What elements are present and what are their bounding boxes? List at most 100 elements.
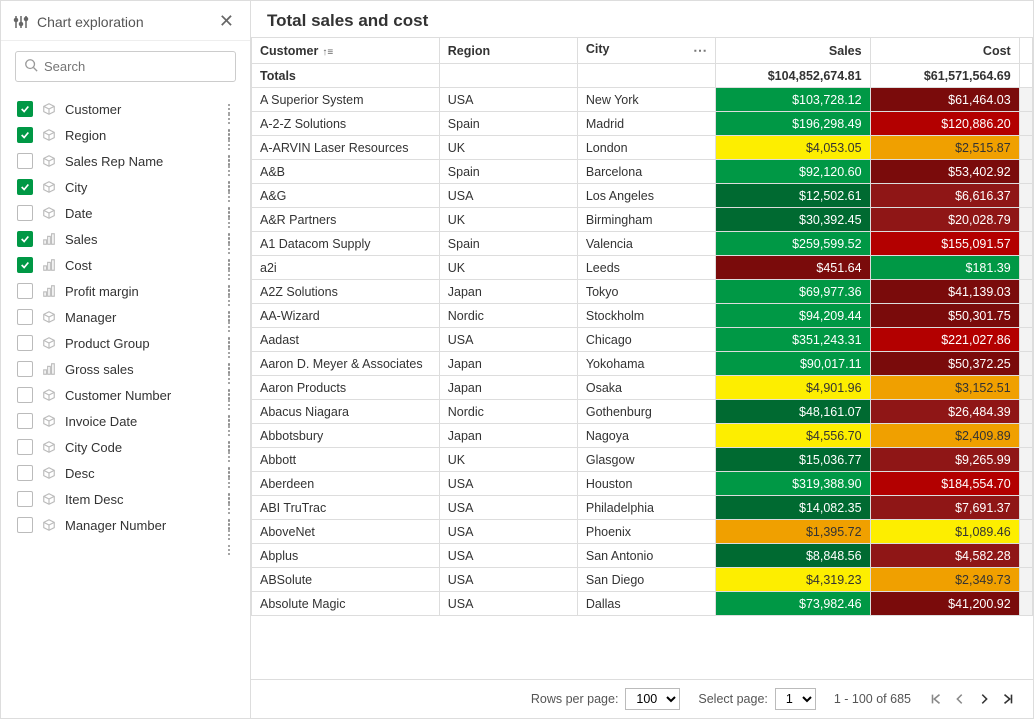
table-row[interactable]: ABSoluteUSASan Diego$4,319.23$2,349.73 <box>252 568 1033 592</box>
checkbox[interactable] <box>17 231 33 247</box>
checkbox[interactable] <box>17 101 33 117</box>
close-icon[interactable]: ✕ <box>215 11 238 32</box>
field-city-code[interactable]: City Code <box>1 434 250 460</box>
drag-handle-icon[interactable] <box>228 286 238 296</box>
checkbox[interactable] <box>17 439 33 455</box>
table-row[interactable]: A1 Datacom SupplySpainValencia$259,599.5… <box>252 232 1033 256</box>
drag-handle-icon[interactable] <box>228 468 238 478</box>
table-row[interactable]: AadastUSAChicago$351,243.31$221,027.86 <box>252 328 1033 352</box>
field-label: Region <box>65 128 220 143</box>
table-row[interactable]: AA-WizardNordicStockholm$94,209.44$50,30… <box>252 304 1033 328</box>
table-row[interactable]: A&BSpainBarcelona$92,120.60$53,402.92 <box>252 160 1033 184</box>
field-desc[interactable]: Desc <box>1 460 250 486</box>
checkbox[interactable] <box>17 257 33 273</box>
field-region[interactable]: Region <box>1 122 250 148</box>
search-input-wrap[interactable] <box>15 51 236 82</box>
checkbox[interactable] <box>17 153 33 169</box>
page-select[interactable]: 1 <box>775 688 816 710</box>
checkbox[interactable] <box>17 361 33 377</box>
table-row[interactable]: A Superior SystemUSANew York$103,728.12$… <box>252 88 1033 112</box>
field-product-group[interactable]: Product Group <box>1 330 250 356</box>
table-row[interactable]: a2iUKLeeds$451.64$181.39 <box>252 256 1033 280</box>
cell-cost: $20,028.79 <box>870 208 1019 232</box>
prev-page-button[interactable] <box>953 692 967 706</box>
column-menu-icon[interactable]: ⋯ <box>693 42 707 59</box>
col-sales[interactable]: Sales <box>715 38 870 64</box>
table-row[interactable]: Aaron D. Meyer & AssociatesJapanYokohama… <box>252 352 1033 376</box>
table-row[interactable]: A-ARVIN Laser ResourcesUKLondon$4,053.05… <box>252 136 1033 160</box>
field-manager[interactable]: Manager <box>1 304 250 330</box>
cell-city: San Antonio <box>577 544 715 568</box>
field-label: City <box>65 180 220 195</box>
checkbox[interactable] <box>17 491 33 507</box>
checkbox[interactable] <box>17 179 33 195</box>
col-city[interactable]: City⋯ <box>577 38 715 64</box>
cell-city: Chicago <box>577 328 715 352</box>
drag-handle-icon[interactable] <box>228 234 238 244</box>
field-customer-number[interactable]: Customer Number <box>1 382 250 408</box>
col-region[interactable]: Region <box>439 38 577 64</box>
field-invoice-date[interactable]: Invoice Date <box>1 408 250 434</box>
table-row[interactable]: A-2-Z SolutionsSpainMadrid$196,298.49$12… <box>252 112 1033 136</box>
search-input[interactable] <box>44 59 227 74</box>
drag-handle-icon[interactable] <box>228 208 238 218</box>
drag-handle-icon[interactable] <box>228 364 238 374</box>
field-city[interactable]: City <box>1 174 250 200</box>
checkbox[interactable] <box>17 465 33 481</box>
cell-customer: Aberdeen <box>252 472 440 496</box>
col-cost[interactable]: Cost <box>870 38 1019 64</box>
col-customer[interactable]: Customer↑≡ <box>252 38 440 64</box>
table-row[interactable]: AbbottUKGlasgow$15,036.77$9,265.99 <box>252 448 1033 472</box>
drag-handle-icon[interactable] <box>228 520 238 530</box>
checkbox[interactable] <box>17 413 33 429</box>
field-sales[interactable]: Sales <box>1 226 250 252</box>
drag-handle-icon[interactable] <box>228 156 238 166</box>
field-sales-rep-name[interactable]: Sales Rep Name <box>1 148 250 174</box>
field-customer[interactable]: Customer <box>1 96 250 122</box>
last-page-button[interactable] <box>1001 692 1015 706</box>
drag-handle-icon[interactable] <box>228 260 238 270</box>
table-row[interactable]: Absolute MagicUSADallas$73,982.46$41,200… <box>252 592 1033 616</box>
checkbox[interactable] <box>17 309 33 325</box>
table-row[interactable]: Aaron ProductsJapanOsaka$4,901.96$3,152.… <box>252 376 1033 400</box>
table-row[interactable]: A2Z SolutionsJapanTokyo$69,977.36$41,139… <box>252 280 1033 304</box>
drag-handle-icon[interactable] <box>228 182 238 192</box>
table-scroll[interactable]: Customer↑≡ Region City⋯ Sales Cost Total… <box>251 37 1033 679</box>
table-row[interactable]: AboveNetUSAPhoenix$1,395.72$1,089.46 <box>252 520 1033 544</box>
cell-sales: $4,556.70 <box>715 424 870 448</box>
next-page-button[interactable] <box>977 692 991 706</box>
drag-handle-icon[interactable] <box>228 338 238 348</box>
first-page-button[interactable] <box>929 692 943 706</box>
rows-per-page-select[interactable]: 100 <box>625 688 680 710</box>
cell-sales: $103,728.12 <box>715 88 870 112</box>
field-cost[interactable]: Cost <box>1 252 250 278</box>
table-row[interactable]: A&R PartnersUKBirmingham$30,392.45$20,02… <box>252 208 1033 232</box>
field-profit-margin[interactable]: Profit margin <box>1 278 250 304</box>
drag-handle-icon[interactable] <box>228 104 238 114</box>
checkbox[interactable] <box>17 283 33 299</box>
totals-cost: $61,571,564.69 <box>870 64 1019 88</box>
checkbox[interactable] <box>17 387 33 403</box>
drag-handle-icon[interactable] <box>228 130 238 140</box>
table-row[interactable]: AbplusUSASan Antonio$8,848.56$4,582.28 <box>252 544 1033 568</box>
drag-handle-icon[interactable] <box>228 494 238 504</box>
table-row[interactable]: AberdeenUSAHouston$319,388.90$184,554.70 <box>252 472 1033 496</box>
field-item-desc[interactable]: Item Desc <box>1 486 250 512</box>
table-row[interactable]: ABI TruTracUSAPhiladelphia$14,082.35$7,6… <box>252 496 1033 520</box>
checkbox[interactable] <box>17 335 33 351</box>
table-row[interactable]: A&GUSALos Angeles$12,502.61$6,616.37 <box>252 184 1033 208</box>
field-date[interactable]: Date <box>1 200 250 226</box>
checkbox[interactable] <box>17 205 33 221</box>
drag-handle-icon[interactable] <box>228 312 238 322</box>
table-row[interactable]: Abacus NiagaraNordicGothenburg$48,161.07… <box>252 400 1033 424</box>
drag-handle-icon[interactable] <box>228 416 238 426</box>
field-label: Customer Number <box>65 388 220 403</box>
table-row[interactable]: AbbotsburyJapanNagoya$4,556.70$2,409.89 <box>252 424 1033 448</box>
field-gross-sales[interactable]: Gross sales <box>1 356 250 382</box>
cell-cost: $50,372.25 <box>870 352 1019 376</box>
checkbox[interactable] <box>17 517 33 533</box>
checkbox[interactable] <box>17 127 33 143</box>
drag-handle-icon[interactable] <box>228 390 238 400</box>
field-manager-number[interactable]: Manager Number <box>1 512 250 538</box>
drag-handle-icon[interactable] <box>228 442 238 452</box>
